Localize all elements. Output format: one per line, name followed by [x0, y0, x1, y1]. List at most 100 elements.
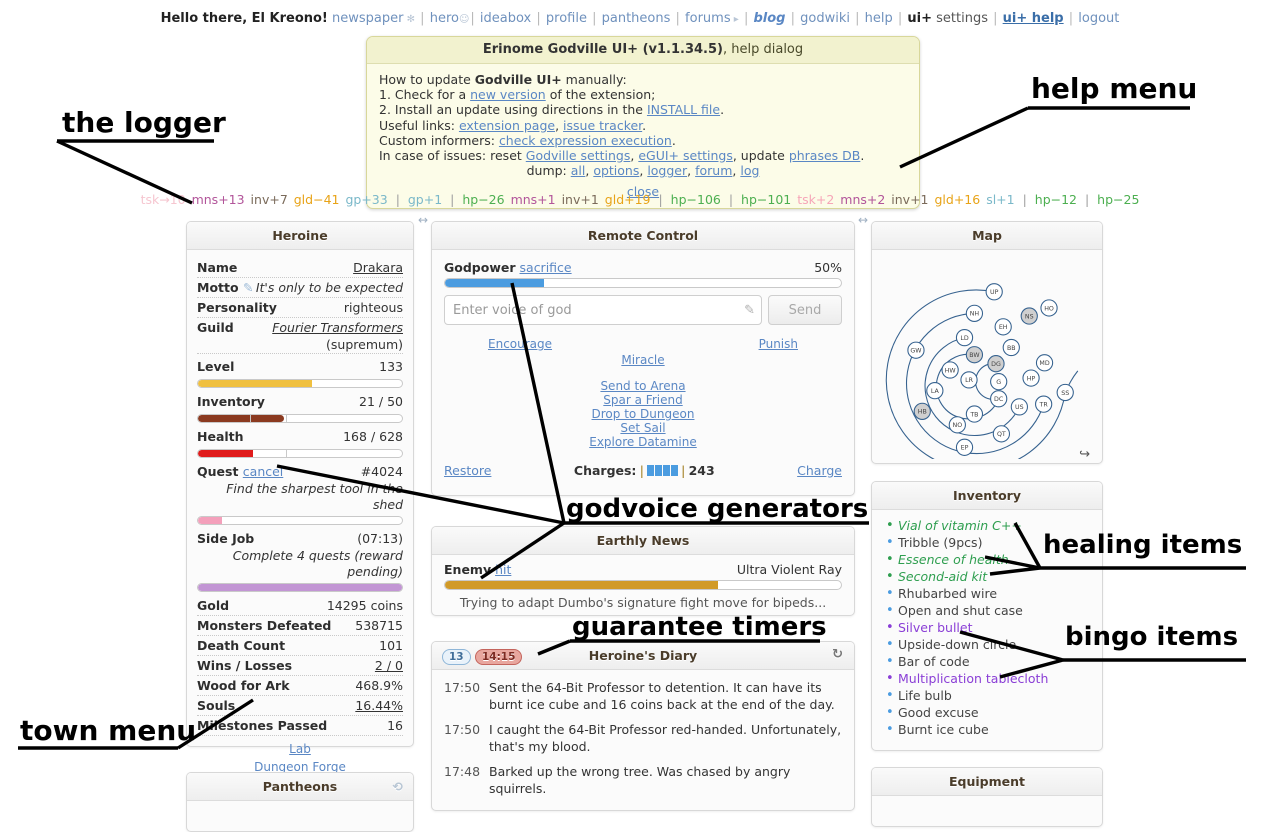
reset-arrow-icon[interactable]: ↪ — [878, 447, 1096, 462]
voice-of-god-input[interactable]: Enter voice of god ✎ — [444, 295, 762, 325]
heroine-level-row: Level 133 — [197, 357, 403, 376]
equipment-panel: Equipment — [871, 767, 1103, 827]
heroine-wood-row: Wood for Ark 468.9% — [197, 676, 403, 696]
map-node[interactable]: LA — [927, 383, 943, 399]
map-node[interactable]: LR — [961, 372, 977, 388]
nav-help[interactable]: help — [865, 11, 893, 26]
column-resize-handle-left[interactable]: ↔ — [418, 213, 428, 227]
map-node[interactable]: HO — [1041, 300, 1057, 316]
map-svg[interactable]: UP HO NH NS EH GW LD BB BW DG MD HWLR G HP LA DCUS TR SS H… — [878, 254, 1096, 459]
map-node[interactable]: GW — [908, 342, 924, 358]
inventory-item[interactable]: Silver bullet — [886, 619, 1092, 636]
nav-forums[interactable]: forums — [685, 11, 731, 26]
map-node[interactable]: EH — [995, 319, 1011, 335]
inventory-item[interactable]: Burnt ice cube — [886, 721, 1092, 738]
map-node[interactable]: G — [991, 374, 1007, 390]
map-node[interactable]: UP — [986, 284, 1002, 300]
sacrifice-link[interactable]: sacrifice — [520, 260, 572, 275]
map-node[interactable]: MD — [1036, 355, 1052, 371]
map-node[interactable]: BB — [1003, 339, 1019, 355]
miracle-link[interactable]: Miracle — [621, 353, 664, 367]
map-node[interactable]: LD — [956, 330, 972, 346]
nav-pantheons[interactable]: pantheons — [602, 11, 671, 26]
heroine-name-value[interactable]: Drakara — [353, 259, 403, 276]
column-resize-handle-right[interactable]: ↔ — [858, 213, 868, 227]
heroine-guild-value[interactable]: Fourier Transformers — [272, 319, 403, 336]
issue-tracker-link[interactable]: issue tracker — [563, 118, 642, 133]
set-sail-link[interactable]: Set Sail — [620, 421, 665, 435]
nav-ui-settings[interactable]: ui+ settings — [907, 11, 988, 26]
install-file-link[interactable]: INSTALL file — [647, 102, 720, 117]
inventory-item[interactable]: Bar of code — [886, 653, 1092, 670]
diary-timer-badge[interactable]: 14:15 — [475, 649, 522, 665]
encourage-link[interactable]: Encourage — [488, 337, 552, 351]
dump-log-link[interactable]: log — [740, 163, 759, 178]
nav-logout[interactable]: logout — [1078, 11, 1119, 26]
map-node[interactable]: NH — [966, 305, 982, 321]
diary-entry-time: 17:48 — [444, 763, 480, 797]
annotation-the-logger: the logger — [62, 106, 226, 139]
dump-options-link[interactable]: options — [593, 163, 639, 178]
nav-newspaper[interactable]: newspaper — [332, 11, 403, 26]
map-node[interactable]: NS — [1021, 308, 1037, 324]
map-node[interactable]: DC — [991, 391, 1007, 407]
godville-settings-link[interactable]: Godville settings — [526, 148, 631, 163]
pencil-icon[interactable]: ✎ — [243, 280, 253, 295]
dump-all-link[interactable]: all — [571, 163, 586, 178]
map-node[interactable]: SS — [1057, 384, 1073, 400]
send-to-arena-link[interactable]: Send to Arena — [600, 379, 685, 393]
inventory-item[interactable]: Rhubarbed wire — [886, 585, 1092, 602]
punish-link[interactable]: Punish — [759, 337, 798, 351]
extension-page-link[interactable]: extension page — [459, 118, 555, 133]
logger-bar[interactable]: tsk→10 mns+13 inv+7 gld−41 gp+33 | gp+1 … — [0, 192, 1280, 207]
map-node[interactable]: EP — [956, 439, 972, 455]
diary-entry: 17:50Sent the 64-Bit Professor to detent… — [444, 679, 842, 713]
diary-badges: 13 14:15 — [442, 648, 522, 665]
souls-value[interactable]: 16.44% — [355, 697, 403, 714]
map-node[interactable]: DG — [988, 356, 1004, 372]
inventory-item[interactable]: Second-aid kit — [886, 568, 1092, 585]
pencil-icon[interactable]: ✎ — [744, 303, 755, 318]
inventory-item[interactable]: Multiplication tablecloth — [886, 670, 1092, 687]
refresh-icon[interactable]: ↻ — [832, 647, 843, 662]
wins-value[interactable]: 2 / 0 — [375, 657, 403, 674]
inventory-item[interactable]: Good excuse — [886, 704, 1092, 721]
drop-to-dungeon-link[interactable]: Drop to Dungeon — [592, 407, 695, 421]
spar-a-friend-link[interactable]: Spar a Friend — [603, 393, 682, 407]
quest-cancel-link[interactable]: cancel — [243, 464, 284, 479]
map-node[interactable]: QT — [993, 426, 1009, 442]
map-node[interactable]: HP — [1023, 370, 1039, 386]
nav-hero[interactable]: hero — [430, 11, 459, 26]
nav-blog[interactable]: blog — [753, 11, 785, 26]
map-body[interactable]: UP HO NH NS EH GW LD BB BW DG MD HWLR G HP LA DCUS TR SS H… — [872, 250, 1102, 466]
new-version-link[interactable]: new version — [470, 87, 546, 102]
inventory-item[interactable]: Open and shut case — [886, 602, 1092, 619]
egui-settings-link[interactable]: eGUI+ settings — [638, 148, 733, 163]
nav-ui-help[interactable]: ui+ help — [1003, 11, 1064, 26]
send-button[interactable]: Send — [768, 295, 842, 325]
charge-link[interactable]: Charge — [797, 463, 842, 478]
phrases-db-link[interactable]: phrases DB — [789, 148, 861, 163]
map-node[interactable]: BW — [966, 347, 982, 363]
dump-forum-link[interactable]: forum — [695, 163, 732, 178]
check-expression-link[interactable]: check expression execution — [499, 133, 672, 148]
map-node[interactable]: HB — [914, 403, 930, 419]
pantheons-scroll-icon[interactable]: ⟲ — [393, 779, 403, 794]
svg-text:HO: HO — [1044, 305, 1054, 312]
inventory-item[interactable]: Upside-down circle — [886, 636, 1092, 653]
inventory-item[interactable]: Life bulb — [886, 687, 1092, 704]
explore-datamine-link[interactable]: Explore Datamine — [589, 435, 697, 449]
nav-godwiki[interactable]: godwiki — [800, 11, 850, 26]
map-node[interactable]: TB — [966, 406, 982, 422]
restore-link[interactable]: Restore — [444, 463, 491, 478]
dump-logger-link[interactable]: logger — [647, 163, 687, 178]
map-node[interactable]: US — [1011, 399, 1027, 415]
hit-link[interactable]: hit — [495, 562, 511, 577]
map-node[interactable]: NO — [949, 417, 965, 433]
map-node[interactable]: TR — [1036, 396, 1052, 412]
map-node[interactable]: HW — [942, 362, 958, 378]
diary-count-badge[interactable]: 13 — [442, 649, 471, 665]
lab-link[interactable]: Lab — [289, 742, 311, 756]
nav-ideabox[interactable]: ideabox — [480, 11, 531, 26]
nav-profile[interactable]: profile — [546, 11, 587, 26]
